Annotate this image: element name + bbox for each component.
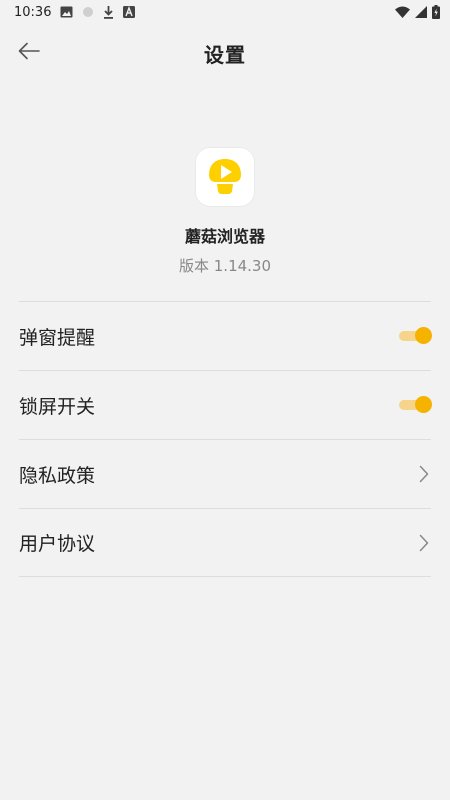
chevron-right-icon: [417, 464, 431, 484]
settings-list: 弹窗提醒 锁屏开关 隐私政策 用户协议: [19, 301, 432, 577]
popup-reminder-label: 弹窗提醒: [19, 326, 96, 349]
status-time: 10:36: [14, 4, 52, 20]
app-info: 蘑菇浏览器 版本 1.14.30: [0, 148, 450, 276]
toggle-thumb: [415, 327, 432, 344]
app-logo: [196, 148, 254, 206]
font-a-icon: [123, 6, 136, 18]
back-button[interactable]: [14, 38, 44, 68]
chevron-right-icon: [417, 533, 431, 553]
download-icon: [103, 5, 114, 19]
user-agreement-row[interactable]: 用户协议: [19, 508, 431, 577]
battery-charging-icon: [432, 5, 440, 19]
dot-icon: [82, 6, 94, 18]
header-bar: 设置: [0, 24, 450, 82]
wifi-icon: [395, 6, 410, 18]
toggle-thumb: [415, 396, 432, 413]
lock-screen-label: 锁屏开关: [19, 395, 96, 418]
signal-icon: [415, 6, 427, 18]
image-icon: [60, 6, 73, 18]
user-agreement-label: 用户协议: [19, 533, 96, 555]
mushroom-play-icon: [205, 155, 245, 199]
status-bar: 10:36: [0, 0, 450, 24]
app-version: 版本 1.14.30: [178, 257, 272, 275]
lock-screen-row: 锁屏开关: [19, 370, 432, 439]
page-title: 设置: [204, 42, 246, 67]
privacy-policy-label: 隐私政策: [19, 464, 96, 487]
lock-screen-toggle[interactable]: [399, 396, 432, 414]
privacy-policy-row[interactable]: 隐私政策: [19, 439, 431, 508]
arrow-left-icon: [18, 42, 40, 64]
popup-reminder-toggle[interactable]: [399, 327, 432, 345]
popup-reminder-row: 弹窗提醒: [19, 301, 432, 370]
app-name: 蘑菇浏览器: [184, 227, 265, 246]
